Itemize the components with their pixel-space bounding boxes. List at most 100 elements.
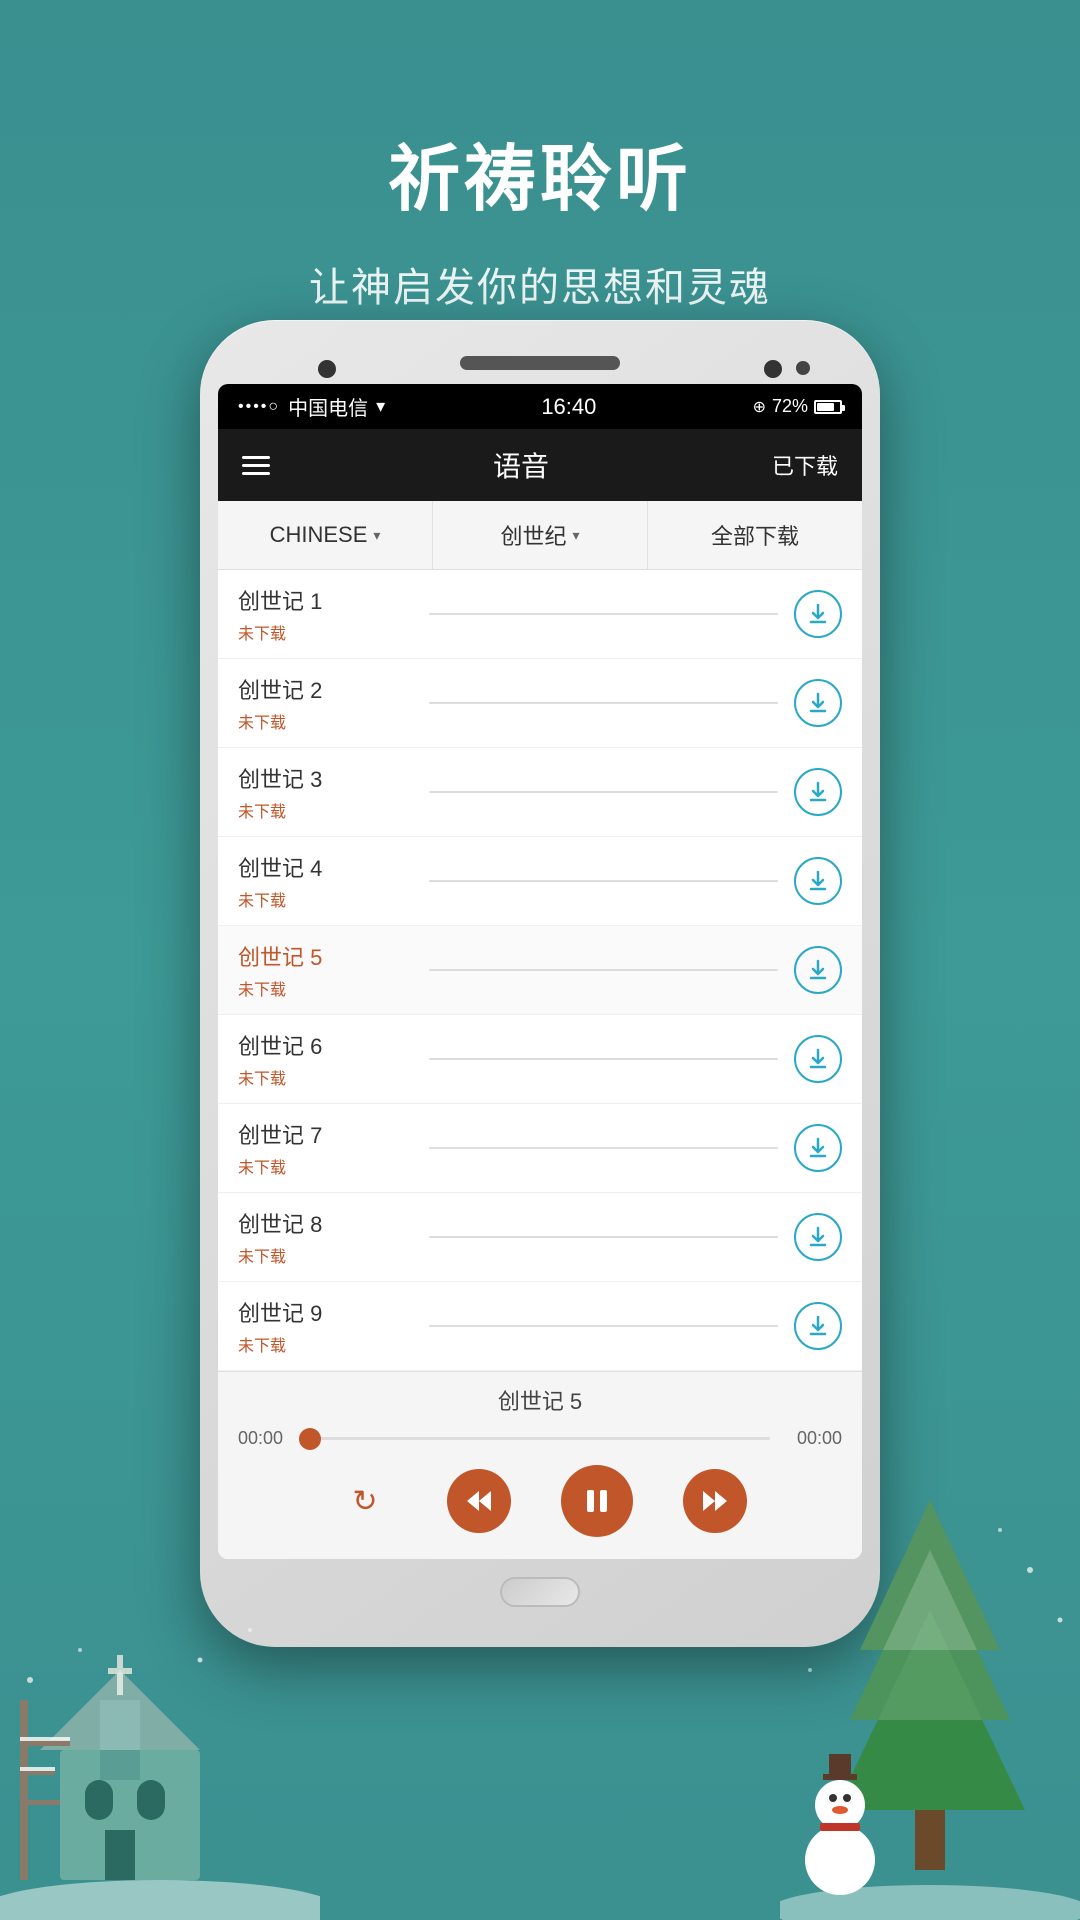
language-filter[interactable]: CHINESE ▾ — [218, 501, 433, 569]
menu-line-2 — [242, 464, 270, 467]
download-button[interactable] — [794, 1213, 842, 1261]
download-icon — [807, 781, 829, 803]
repeat-button[interactable]: ↻ — [333, 1469, 397, 1533]
forward-icon — [701, 1487, 729, 1515]
download-icon — [807, 1048, 829, 1070]
track-info: 创世记 3 未下载 — [238, 762, 413, 822]
carrier-label: 中国电信 — [288, 392, 368, 421]
download-icon — [807, 1137, 829, 1159]
download-button[interactable] — [794, 857, 842, 905]
track-status: 未下载 — [238, 1065, 413, 1089]
track-progress-bar — [429, 613, 778, 615]
download-icon — [807, 1315, 829, 1337]
signal-dots: ••••○ — [238, 398, 280, 416]
phone-shell: ••••○ 中国电信 ▾ 16:40 ⊕ 72% — [200, 320, 880, 1647]
track-title: 创世记 7 — [238, 1118, 413, 1150]
menu-button[interactable] — [242, 456, 270, 475]
track-progress-bar — [429, 1236, 778, 1238]
menu-line-3 — [242, 472, 270, 475]
progress-thumb[interactable] — [299, 1428, 321, 1450]
track-item[interactable]: 创世记 1未下载 — [218, 570, 862, 659]
track-progress-bar — [429, 702, 778, 704]
book-dropdown-icon: ▾ — [572, 527, 579, 544]
phone-screen: ••••○ 中国电信 ▾ 16:40 ⊕ 72% — [218, 384, 862, 1559]
pause-icon — [587, 1490, 607, 1512]
book-label: 创世纪 — [500, 519, 566, 551]
track-item[interactable]: 创世记 7 未下载 — [218, 1104, 862, 1193]
track-item[interactable]: 创世记 8 未下载 — [218, 1193, 862, 1282]
track-progress-bar — [429, 969, 778, 971]
home-button[interactable] — [500, 1577, 580, 1607]
battery-percent: 72% — [772, 396, 808, 417]
download-button[interactable] — [794, 590, 842, 638]
pause-bar-right — [600, 1490, 607, 1512]
progress-track[interactable] — [310, 1437, 770, 1440]
wifi-icon: ▾ — [376, 396, 385, 417]
rewind-icon — [465, 1487, 493, 1515]
track-progress-bar — [429, 1147, 778, 1149]
track-info: 创世记 4 未下载 — [238, 851, 413, 911]
language-dropdown-icon: ▾ — [373, 527, 380, 544]
forward-button[interactable] — [683, 1469, 747, 1533]
track-info: 创世记 2未下载 — [238, 673, 413, 733]
track-list: 创世记 1未下载 创世记 2未下载 创世记 3 未下载 创世记 4 未下载 创世记 … — [218, 570, 862, 1371]
repeat-icon: ↻ — [352, 1484, 377, 1519]
track-info: 创世记 9未下载 — [238, 1296, 413, 1356]
download-button[interactable] — [794, 946, 842, 994]
track-title: 创世记 3 — [238, 762, 413, 794]
download-icon — [807, 692, 829, 714]
track-item[interactable]: 创世记 9未下载 — [218, 1282, 862, 1371]
track-title: 创世记 5 — [238, 940, 413, 972]
track-title: 创世记 8 — [238, 1207, 413, 1239]
battery-icon — [814, 400, 842, 414]
app-subtitle: 让神启发你的思想和灵魂 — [0, 255, 1080, 313]
download-icon — [807, 870, 829, 892]
phone-sensor — [796, 361, 810, 375]
header-title: 语音 — [493, 445, 549, 485]
track-title: 创世记 4 — [238, 851, 413, 883]
download-button[interactable] — [794, 679, 842, 727]
right-decoration — [780, 1470, 1080, 1920]
book-filter[interactable]: 创世纪 ▾ — [433, 501, 648, 569]
language-label: CHINESE — [270, 522, 368, 548]
track-progress-bar — [429, 880, 778, 882]
track-status: 未下载 — [238, 887, 413, 911]
rewind-button[interactable] — [447, 1469, 511, 1533]
download-all-label: 全部下载 — [711, 519, 799, 551]
phone-top-hardware — [218, 338, 862, 384]
track-status: 未下载 — [238, 709, 413, 733]
player-progress-row: 00:00 00:00 — [218, 1428, 862, 1449]
track-status: 未下载 — [238, 798, 413, 822]
current-track-title: 创世记 5 — [218, 1372, 862, 1428]
time-end: 00:00 — [782, 1428, 842, 1449]
status-time: 16:40 — [541, 394, 596, 420]
track-progress-bar — [429, 1325, 778, 1327]
download-button[interactable] — [794, 1124, 842, 1172]
track-status: 未下载 — [238, 976, 413, 1000]
pause-bar-left — [587, 1490, 594, 1512]
front-camera-left — [318, 360, 336, 378]
track-status: 未下载 — [238, 1154, 413, 1178]
downloaded-filter[interactable]: 已下载 — [772, 449, 838, 481]
filter-bar: CHINESE ▾ 创世纪 ▾ 全部下载 — [218, 501, 862, 570]
status-left: ••••○ 中国电信 ▾ — [238, 392, 385, 421]
top-section: 祈祷聆听 让神启发你的思想和灵魂 — [0, 120, 1080, 313]
pause-button[interactable] — [561, 1465, 633, 1537]
download-all-button[interactable]: 全部下载 — [648, 501, 862, 569]
track-item[interactable]: 创世记 4 未下载 — [218, 837, 862, 926]
phone-device: ••••○ 中国电信 ▾ 16:40 ⊕ 72% — [200, 320, 880, 1647]
front-camera-right — [764, 360, 782, 378]
download-icon — [807, 1226, 829, 1248]
track-item[interactable]: 创世记 3 未下载 — [218, 748, 862, 837]
track-item[interactable]: 创世记 6 未下载 — [218, 1015, 862, 1104]
track-title: 创世记 6 — [238, 1029, 413, 1061]
download-button[interactable] — [794, 768, 842, 816]
download-button[interactable] — [794, 1035, 842, 1083]
download-button[interactable] — [794, 1302, 842, 1350]
track-status: 未下载 — [238, 1243, 413, 1267]
track-item[interactable]: 创世记 5 未下载 — [218, 926, 862, 1015]
track-info: 创世记 1未下载 — [238, 584, 413, 644]
track-item[interactable]: 创世记 2未下载 — [218, 659, 862, 748]
left-decoration — [0, 1500, 320, 1920]
track-info: 创世记 5 未下载 — [238, 940, 413, 1000]
